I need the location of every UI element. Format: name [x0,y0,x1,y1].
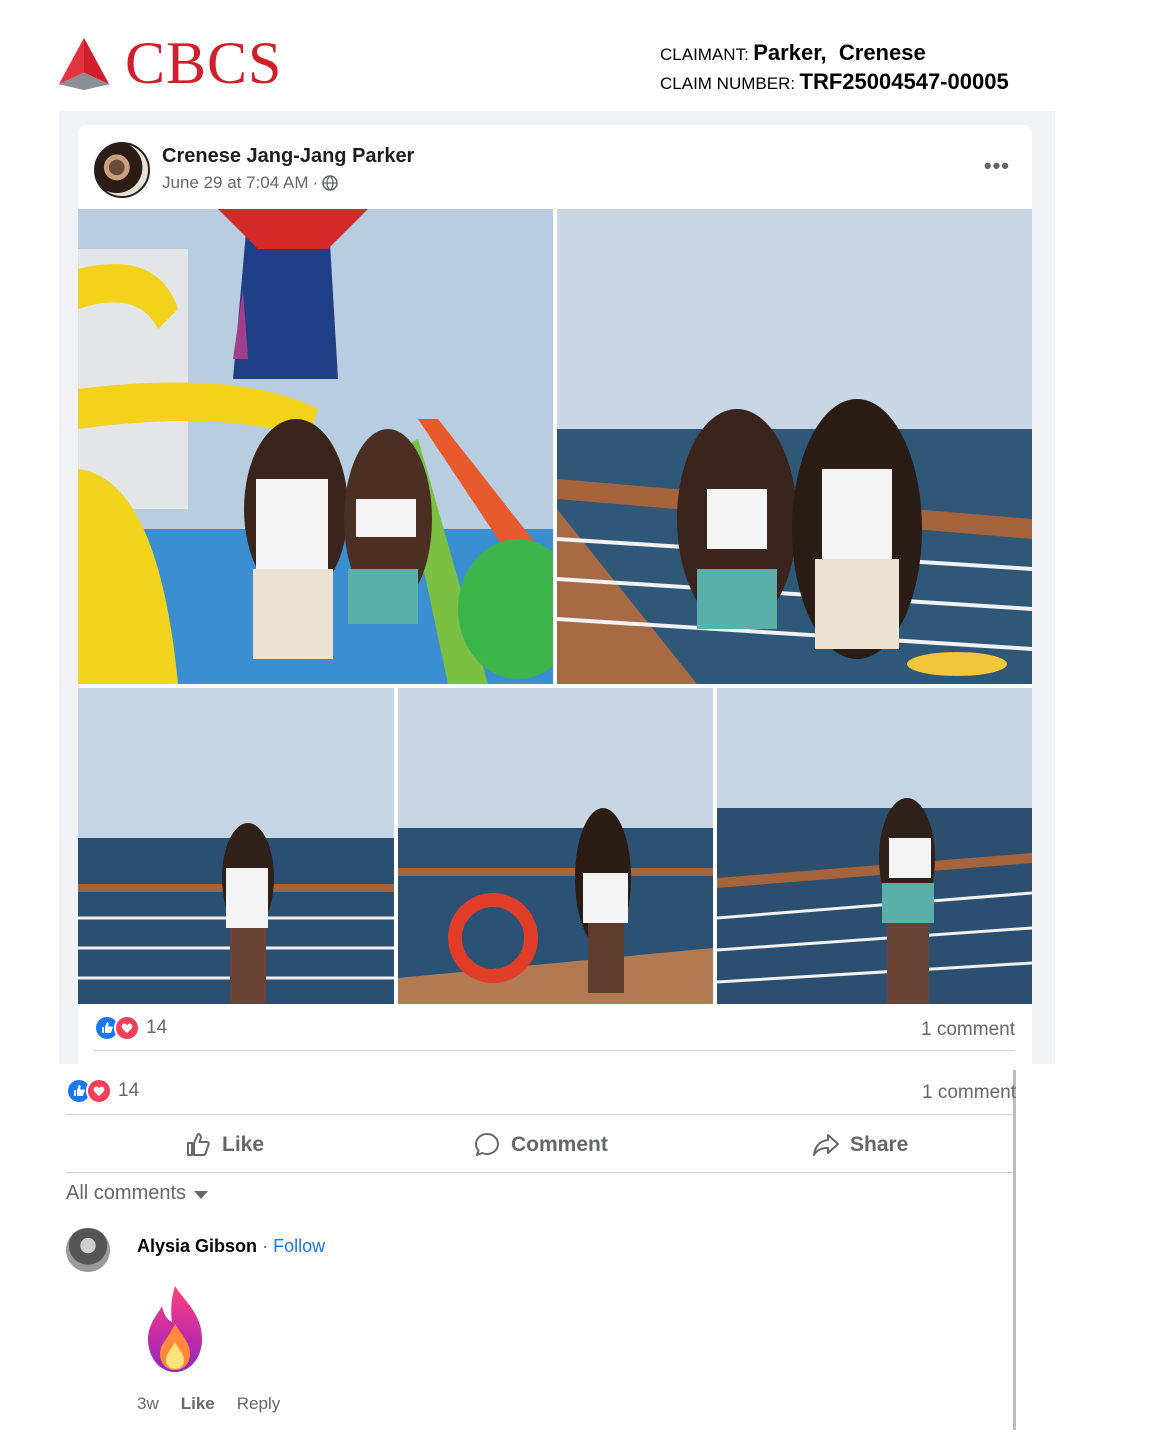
post-author[interactable]: Crenese Jang-Jang Parker [162,145,414,168]
comments-filter-label: All comments [66,1182,187,1204]
post-timestamp[interactable]: June 29 at 7:04 AM [162,173,309,193]
love-reaction-icon [114,1015,140,1041]
more-options-icon[interactable]: ••• [984,153,1010,179]
reaction-count: 14 [118,1080,140,1101]
comment-count[interactable]: 1 comment [922,1082,1016,1104]
share-label: Share [850,1133,909,1156]
claim-number-label: CLAIM NUMBER: [660,74,796,93]
comment-count[interactable]: 1 comment [921,1019,1015,1041]
claim-number-value: TRF25004547-00005 [799,69,1009,94]
comment-separator: · [262,1236,269,1256]
post-photo-4[interactable] [398,688,713,1004]
divider [66,1172,1013,1173]
cbcs-logo-mark-icon [58,37,110,91]
love-reaction-icon [86,1078,112,1104]
fire-emoji-icon [148,1286,202,1372]
post-photo-2[interactable] [557,209,1032,684]
divider [94,1050,1015,1051]
thumbs-up-icon [187,1133,210,1156]
commenter-name[interactable]: Alysia Gibson [137,1236,257,1256]
like-button[interactable]: Like [184,1126,264,1164]
comments-filter-dropdown[interactable]: All comments [66,1182,209,1205]
meta-separator: · [312,173,319,192]
post-photo-5[interactable] [717,688,1032,1004]
post-card: Crenese Jang-Jang Parker June 29 at 7:04… [78,125,1032,1064]
comment-age[interactable]: 3w [137,1394,159,1414]
claim-info: CLAIMANT: Parker, Crenese CLAIM NUMBER: … [660,40,1009,98]
claimant-label: CLAIMANT: [660,45,749,64]
post-photo-3[interactable] [78,688,394,1004]
comment-like-button[interactable]: Like [181,1394,215,1414]
comment-actions: 3w Like Reply [137,1394,280,1414]
cbcs-logo: CBCS [55,30,283,96]
screenshot-edge [1013,1070,1016,1430]
like-label: Like [222,1133,265,1156]
comment-reply-button[interactable]: Reply [237,1394,280,1414]
author-avatar[interactable] [94,142,150,198]
logo-text: CBCS [125,30,283,96]
comment-header: Alysia Gibson · Follow [137,1236,325,1257]
divider [66,1114,1013,1115]
post-screenshot: Crenese Jang-Jang Parker June 29 at 7:04… [59,111,1055,1064]
comment-label: Comment [511,1133,608,1156]
commenter-avatar[interactable] [66,1228,110,1272]
claimant-value: Parker, Crenese [753,40,926,65]
post-photo-1[interactable] [78,209,553,684]
comment-button[interactable]: Comment [473,1126,608,1164]
share-arrow-icon [813,1134,839,1156]
caret-down-icon [194,1191,209,1199]
globe-icon [322,175,338,191]
reaction-count: 14 [146,1017,168,1038]
comments-screenshot: 14 1 comment Like Comment Share All comm… [66,1068,1016,1430]
share-button[interactable]: Share [812,1126,908,1164]
reaction-summary[interactable]: 14 [66,1078,139,1104]
reaction-summary[interactable]: 14 [94,1015,167,1041]
comment-bubble-icon [475,1133,499,1156]
post-meta: June 29 at 7:04 AM · [162,173,338,193]
follow-link[interactable]: Follow [273,1236,325,1256]
